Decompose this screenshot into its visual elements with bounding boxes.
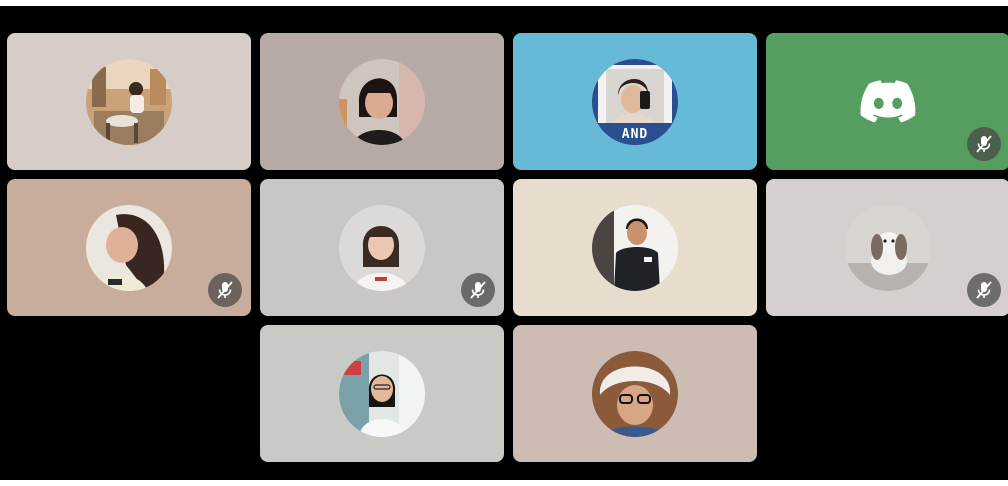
participant-avatar bbox=[845, 204, 931, 291]
participant-tile-2[interactable] bbox=[260, 33, 504, 170]
microphone-muted-icon bbox=[461, 273, 495, 307]
participant-tile-8[interactable] bbox=[766, 179, 1008, 316]
participant-avatar bbox=[592, 204, 678, 291]
participant-avatar bbox=[339, 204, 425, 291]
participant-tile-9[interactable] bbox=[260, 325, 504, 462]
participant-avatar bbox=[86, 58, 172, 145]
participant-avatar bbox=[339, 58, 425, 145]
participant-avatar: AND bbox=[592, 58, 678, 145]
discord-logo-icon bbox=[860, 79, 916, 122]
microphone-muted-icon bbox=[967, 127, 1001, 161]
video-call-grid: AND bbox=[0, 6, 1008, 480]
participant-tile-4[interactable] bbox=[766, 33, 1008, 170]
participant-tile-7[interactable] bbox=[513, 179, 757, 316]
microphone-muted-icon bbox=[967, 273, 1001, 307]
participant-avatar bbox=[592, 350, 678, 437]
microphone-muted-icon bbox=[208, 273, 242, 307]
participant-tile-10[interactable] bbox=[513, 325, 757, 462]
participant-tile-1[interactable] bbox=[7, 33, 251, 170]
avatar-text-and: AND bbox=[621, 126, 649, 142]
participant-avatar bbox=[86, 204, 172, 291]
participant-tile-6[interactable] bbox=[260, 179, 504, 316]
participant-tile-5[interactable] bbox=[7, 179, 251, 316]
participant-tile-3[interactable]: AND bbox=[513, 33, 757, 170]
participant-avatar bbox=[339, 350, 425, 437]
